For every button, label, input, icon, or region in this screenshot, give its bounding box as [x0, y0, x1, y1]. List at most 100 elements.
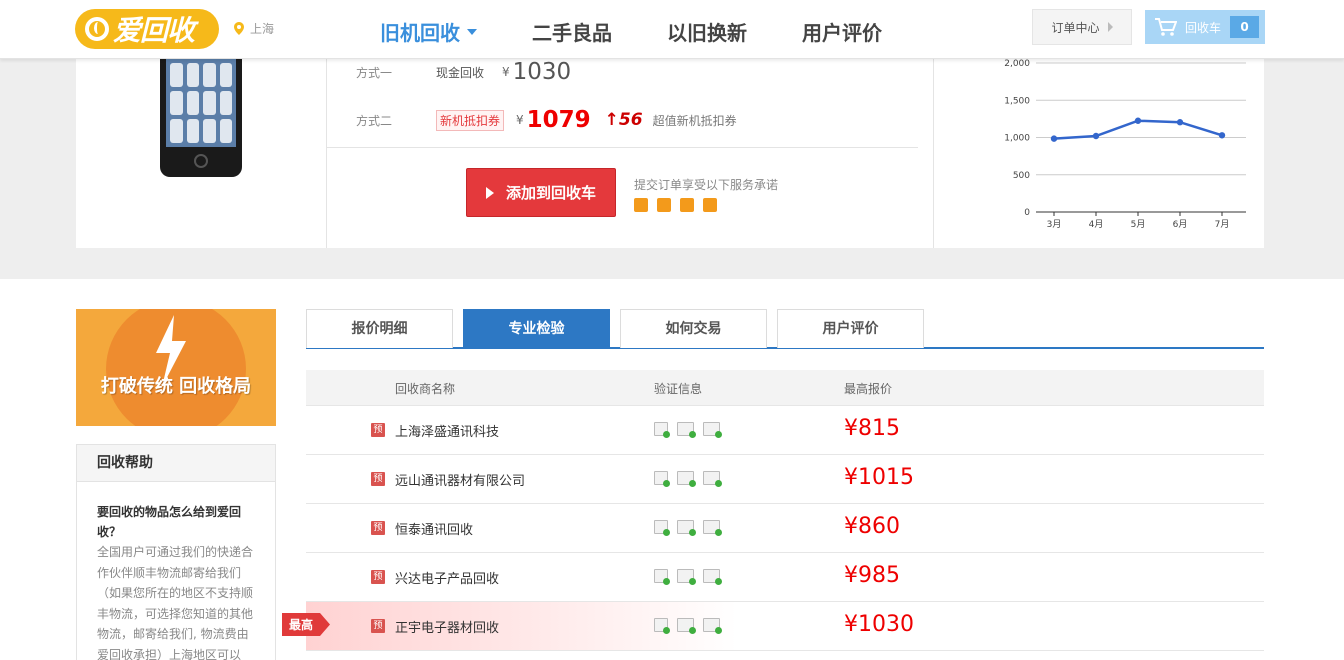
x-tick-label: 6月	[1173, 219, 1188, 230]
mode-label: 方式一	[356, 65, 393, 80]
cart-count-badge: 0	[1230, 16, 1259, 38]
play-icon	[485, 186, 494, 199]
dealer-name[interactable]: 正宇电子器材回收	[395, 617, 499, 636]
best-label: 最高	[289, 617, 313, 632]
service-promise-text: 提交订单享受以下服务承诺	[634, 178, 779, 192]
phone-verified-icon	[654, 569, 670, 585]
table-header: 回收商名称 验证信息 最高报价	[306, 370, 1264, 406]
col-header-name: 回收商名称	[395, 382, 456, 396]
coupon-price: 1079	[526, 107, 591, 133]
nav-item-trade-in[interactable]: 以旧换新	[667, 17, 747, 46]
user-service-icon[interactable]	[634, 198, 648, 212]
data-point	[1218, 132, 1226, 139]
product-image	[160, 59, 242, 177]
cash-price: 1030	[512, 59, 572, 85]
price-trend-chart: 2,000 1,500 1,000 500 0 3月 4月 5月 6月 7月	[1004, 59, 1246, 230]
best-price-flag: 最高	[282, 613, 330, 636]
site-logo[interactable]: 爱回收	[75, 9, 219, 49]
store-service-icon[interactable]	[657, 198, 671, 212]
nav-item-used-goods[interactable]: 二手良品	[532, 17, 612, 46]
booking-badge: 预	[371, 619, 385, 633]
phone-verified-icon	[654, 520, 670, 536]
dealer-price: ¥860	[844, 514, 900, 539]
data-point	[1176, 119, 1184, 126]
dealer-price: ¥985	[844, 563, 900, 588]
y-tick-label: 1,500	[1004, 96, 1030, 106]
promo-banner[interactable]: 打破传统 回收格局	[76, 309, 276, 426]
col-header-price: 最高报价	[844, 382, 893, 396]
table-row[interactable]: 预 恒泰通讯回收 ¥860	[306, 504, 1264, 553]
tab-price-detail[interactable]: 报价明细	[306, 309, 453, 348]
license-verified-icon	[703, 471, 722, 487]
chevron-down-icon	[467, 28, 477, 35]
currency-symbol: ¥	[502, 65, 510, 79]
phone-verified-icon	[654, 618, 670, 634]
tab-how-to-trade[interactable]: 如何交易	[620, 309, 767, 348]
dealer-price: ¥1015	[844, 465, 914, 490]
table-row[interactable]: 预 上海泽盛通讯科技 ¥815	[306, 406, 1264, 455]
nav-item-reviews[interactable]: 用户评价	[802, 17, 882, 46]
x-tick-label: 7月	[1215, 219, 1230, 230]
license-verified-icon	[703, 569, 722, 585]
return-service-icon[interactable]	[703, 198, 717, 212]
booking-badge: 预	[371, 423, 385, 437]
phone-verified-icon	[654, 471, 670, 487]
dealer-name[interactable]: 恒泰通讯回收	[395, 519, 473, 538]
data-point	[1092, 132, 1100, 140]
booking-badge: 预	[371, 570, 385, 584]
logo-text: 爱回收	[113, 14, 195, 47]
help-box: 回收帮助 要回收的物品怎么给到爱回收？ 全国用户可通过我们的快递合作伙伴顺丰物流…	[76, 444, 276, 660]
col-header-verify: 验证信息	[654, 382, 703, 396]
data-point	[1050, 135, 1058, 142]
recycle-cart-button[interactable]: 回收车 0	[1145, 10, 1265, 44]
x-tick-label: 3月	[1047, 219, 1062, 230]
add-to-cart-button[interactable]: 添加到回收车	[466, 168, 616, 217]
dealer-name[interactable]: 兴达电子产品回收	[395, 568, 499, 587]
coupon-extra: ↑56	[604, 110, 643, 130]
dealer-price: ¥815	[844, 416, 900, 441]
mode-type: 现金回收	[436, 65, 485, 80]
site-header: 爱回收 上海 旧机回收 二手良品 以旧换新 用户评价 订单中心 回收车 0	[0, 0, 1344, 59]
booking-badge: 预	[371, 521, 385, 535]
license-verified-icon	[703, 618, 722, 634]
x-tick-label: 5月	[1131, 219, 1146, 230]
license-verified-icon	[703, 520, 722, 536]
id-verified-icon	[677, 471, 696, 487]
tab-inspection[interactable]: 专业检验	[463, 309, 610, 348]
order-center-button[interactable]: 订单中心	[1032, 9, 1132, 45]
currency-symbol: ¥	[516, 113, 524, 127]
location-selector[interactable]: 上海	[234, 20, 274, 37]
y-tick-label: 2,000	[1004, 59, 1030, 69]
mode-coupon-row: 方式二 新机抵扣券 ¥ 1079 ↑56 超值新机抵扣券	[356, 107, 737, 133]
dealer-name[interactable]: 远山通讯器材有限公司	[395, 470, 525, 489]
y-tick-label: 1,000	[1004, 134, 1030, 144]
booking-badge: 预	[371, 472, 385, 486]
nav-item-recycle[interactable]: 旧机回收	[380, 17, 477, 46]
y-tick-label: 500	[1013, 171, 1030, 181]
help-answer: 全国用户可通过我们的快递合作伙伴顺丰物流邮寄给我们（如果您所在的地区不支持顺丰物…	[97, 545, 254, 660]
table-row[interactable]: 预 兴达电子产品回收 ¥985	[306, 553, 1264, 602]
product-panel: 方式一 现金回收 ¥ 1030 方式二 新机抵扣券 ¥ 1079 ↑56 超值新…	[76, 59, 1264, 248]
help-title: 回收帮助	[77, 445, 275, 482]
detail-tabs: 报价明细 专业检验 如何交易 用户评价	[306, 309, 1264, 349]
logo-icon	[85, 17, 109, 41]
id-verified-icon	[677, 520, 696, 536]
chevron-right-icon	[1107, 22, 1113, 32]
data-point	[1134, 117, 1142, 124]
location-pin-icon	[234, 22, 244, 35]
dealer-name[interactable]: 上海泽盛通讯科技	[395, 421, 499, 440]
tab-user-reviews[interactable]: 用户评价	[777, 309, 924, 348]
id-verified-icon	[677, 422, 696, 438]
table-row[interactable]: 预 远山通讯器材有限公司 ¥1015	[306, 455, 1264, 504]
cart-label: 回收车	[1185, 20, 1222, 35]
help-question[interactable]: 要回收的物品怎么给到爱回收？	[77, 482, 275, 542]
x-tick-label: 4月	[1089, 219, 1104, 230]
id-verified-icon	[677, 569, 696, 585]
tools-service-icon[interactable]	[680, 198, 694, 212]
dealer-price: ¥1030	[844, 612, 914, 637]
mode-label: 方式二	[356, 113, 393, 128]
main-nav: 旧机回收 二手良品 以旧换新 用户评价	[380, 17, 937, 46]
coupon-tag: 新机抵扣券	[436, 109, 505, 131]
table-row-best[interactable]: 预 正宇电子器材回收 ¥1030	[306, 602, 1264, 651]
location-text: 上海	[250, 22, 275, 36]
